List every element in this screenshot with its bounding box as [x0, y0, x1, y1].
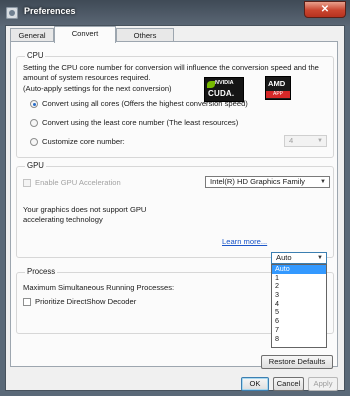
max-processes-label: Maximum Simultaneous Running Processes:	[23, 283, 175, 292]
radio-custom-cores[interactable]	[30, 138, 38, 146]
cuda-text: CUDA.	[208, 89, 235, 98]
prioritize-directshow-label[interactable]: Prioritize DirectShow Decoder	[35, 297, 136, 306]
tab-general[interactable]: General	[10, 28, 54, 42]
dropdown-option-auto[interactable]: Auto	[272, 264, 326, 274]
process-group-title: Process	[25, 267, 58, 276]
radio-least-cores-label[interactable]: Convert using the least core number (The…	[42, 118, 238, 127]
learn-more-link[interactable]: Learn more...	[222, 237, 267, 246]
gpu-acceleration-label[interactable]: Enable GPU Acceleration	[35, 178, 121, 187]
gpu-group: GPU Enable GPU Acceleration Intel(R) HD …	[16, 161, 334, 258]
tab-others[interactable]: Others	[116, 28, 174, 42]
gpu-adapter-select[interactable]: Intel(R) HD Graphics Family ▼	[205, 176, 330, 188]
dropdown-option-2[interactable]: 2	[272, 282, 326, 291]
gpu-group-title: GPU	[25, 161, 46, 170]
core-number-value: 4	[289, 136, 294, 145]
ok-button[interactable]: OK	[241, 377, 269, 391]
restore-defaults-button[interactable]: Restore Defaults	[261, 355, 333, 369]
tab-general-label: General	[18, 31, 46, 40]
dropdown-option-8[interactable]: 8	[272, 334, 326, 344]
title-bar[interactable]: Preferences ✕	[0, 0, 350, 26]
chevron-down-icon: ▼	[317, 138, 323, 144]
max-processes-value: Auto	[276, 253, 292, 262]
amd-app-logo: AMD APP	[265, 76, 291, 100]
dropdown-option-1[interactable]: 1	[272, 273, 326, 283]
cpu-group-title: CPU	[25, 51, 46, 60]
preferences-window: Preferences ✕ General Convert Others CPU…	[0, 0, 350, 396]
app-icon	[6, 7, 18, 19]
dropdown-option-5[interactable]: 5	[272, 308, 326, 317]
radio-all-cores[interactable]	[30, 100, 38, 108]
gpu-not-supported-note: Your graphics does not support GPU accel…	[23, 205, 147, 224]
tab-convert-label: Convert	[71, 29, 99, 38]
radio-least-cores[interactable]	[30, 119, 38, 127]
gpu-adapter-value: Intel(R) HD Graphics Family	[210, 177, 305, 186]
cancel-button[interactable]: Cancel	[273, 377, 304, 391]
apply-button[interactable]: Apply	[308, 377, 338, 391]
amd-app-text: APP	[266, 91, 290, 98]
dropdown-option-7[interactable]: 7	[272, 325, 326, 335]
chevron-down-icon: ▼	[317, 255, 323, 261]
close-button[interactable]: ✕	[304, 1, 346, 18]
amd-brand-text: AMD	[268, 79, 286, 88]
nvidia-eye-icon	[207, 81, 215, 88]
cpu-auto-apply-note: (Auto-apply settings for the next conver…	[23, 84, 172, 93]
max-processes-dropdown-list: Auto 1 2 3 4 5 6 7 8	[271, 264, 327, 348]
radio-custom-cores-label[interactable]: Customize core number:	[42, 137, 125, 146]
window-title: Preferences	[24, 6, 76, 16]
chevron-down-icon: ▼	[320, 179, 326, 185]
max-processes-select[interactable]: Auto ▼	[271, 252, 327, 264]
cpu-group: CPU Setting the CPU core number for conv…	[16, 51, 334, 158]
prioritize-directshow-checkbox[interactable]	[23, 298, 31, 306]
dropdown-option-3[interactable]: 3	[272, 290, 326, 300]
dropdown-option-4[interactable]: 4	[272, 299, 326, 309]
dropdown-option-6[interactable]: 6	[272, 316, 326, 326]
gpu-acceleration-checkbox[interactable]	[23, 179, 31, 187]
core-number-select[interactable]: 4 ▼	[284, 135, 327, 147]
tab-others-label: Others	[133, 31, 157, 40]
nvidia-brand-text: NVIDIA	[215, 80, 234, 86]
nvidia-cuda-logo: NVIDIA CUDA.	[204, 77, 244, 102]
tab-convert[interactable]: Convert	[54, 26, 116, 43]
